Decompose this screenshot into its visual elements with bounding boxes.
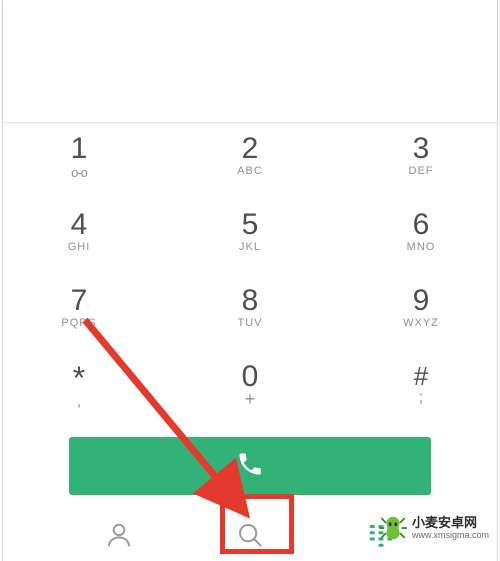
- key-digit: 6: [381, 209, 461, 241]
- key-letters: MNO: [381, 241, 461, 253]
- dialed-number-display: [3, 0, 497, 123]
- key-9[interactable]: 9 WXYZ: [381, 279, 461, 329]
- bottom-tab-bar: [39, 509, 461, 561]
- keypad-row: 4 GHI 5 JKL 6 MNO: [39, 203, 461, 279]
- key-1[interactable]: 1 o-o: [39, 127, 119, 180]
- person-icon: [104, 520, 134, 555]
- contacts-tab[interactable]: [99, 517, 139, 557]
- key-6[interactable]: 6 MNO: [381, 203, 461, 253]
- key-sub-symbol: ;: [381, 389, 461, 407]
- keypad-row: * , 0 + # ;: [39, 355, 461, 431]
- key-3[interactable]: 3 DEF: [381, 127, 461, 177]
- phone-screen: 1 o-o 2 ABC 3 DEF 4 GHI 5 JKL 6: [2, 0, 498, 561]
- key-2[interactable]: 2 ABC: [210, 127, 290, 177]
- key-digit: 9: [381, 285, 461, 317]
- dialpad-tab[interactable]: [361, 517, 401, 557]
- key-symbol: *: [39, 361, 119, 395]
- key-8[interactable]: 8 TUV: [210, 279, 290, 329]
- keypad-row: 1 o-o 2 ABC 3 DEF: [39, 127, 461, 203]
- key-letters: ABC: [210, 165, 290, 177]
- key-letters: TUV: [210, 317, 290, 329]
- dial-keypad: 1 o-o 2 ABC 3 DEF 4 GHI 5 JKL 6: [3, 123, 497, 561]
- key-symbol: #: [381, 361, 461, 391]
- key-digit: 5: [210, 209, 290, 241]
- key-letters: JKL: [210, 241, 290, 253]
- key-sub-symbol: ,: [39, 393, 119, 411]
- key-letters: PQRS: [39, 317, 119, 329]
- key-letters: DEF: [381, 165, 461, 177]
- key-digit: 2: [210, 133, 290, 165]
- search-tab[interactable]: [230, 517, 270, 557]
- call-button[interactable]: [69, 437, 431, 495]
- keypad-row: 7 PQRS 8 TUV 9 WXYZ: [39, 279, 461, 355]
- key-digit: 8: [210, 285, 290, 317]
- key-7[interactable]: 7 PQRS: [39, 279, 119, 329]
- key-letters: WXYZ: [381, 317, 461, 329]
- key-digit: 4: [39, 209, 119, 241]
- search-icon: [235, 520, 265, 555]
- key-4[interactable]: 4 GHI: [39, 203, 119, 253]
- key-plus: +: [210, 389, 290, 410]
- phone-icon: [236, 450, 264, 483]
- key-digit: 7: [39, 285, 119, 317]
- key-digit: 1: [39, 133, 119, 165]
- key-digit: 3: [381, 133, 461, 165]
- key-0[interactable]: 0 +: [210, 355, 290, 410]
- key-hash[interactable]: # ;: [381, 355, 461, 407]
- voicemail-icon: o-o: [39, 165, 119, 180]
- key-star[interactable]: * ,: [39, 355, 119, 411]
- dialpad-icon: [366, 520, 396, 555]
- key-letters: GHI: [39, 241, 119, 253]
- key-5[interactable]: 5 JKL: [210, 203, 290, 253]
